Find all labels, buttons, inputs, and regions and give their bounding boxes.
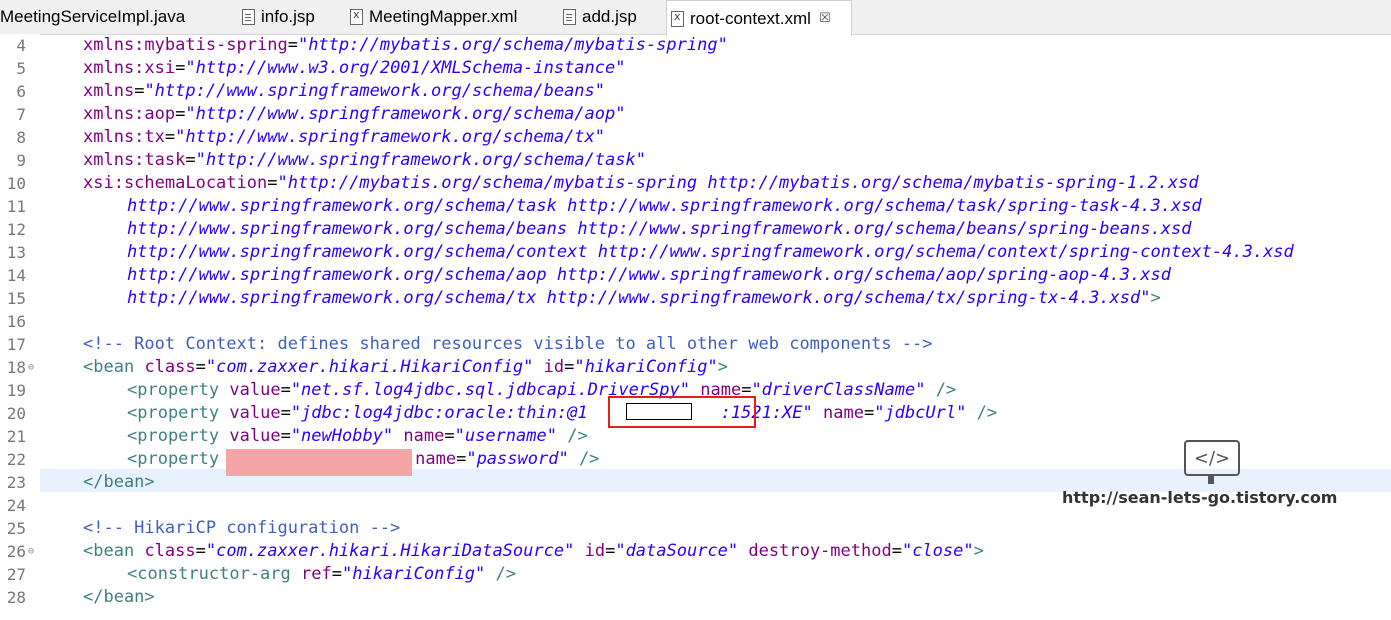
watermark: </> http://sean-lets-go.tistory.com (1062, 440, 1362, 520)
redaction-box (626, 403, 692, 420)
code-line: http://www.springframework.org/schema/be… (127, 219, 1192, 239)
xml-file-icon (350, 8, 363, 25)
code-line: xmlns:aop="http://www.springframework.or… (83, 104, 626, 124)
tab-add-jsp[interactable]: add.jsp (563, 0, 663, 34)
line-number: 15 (6, 289, 26, 308)
code-line: </bean> (83, 587, 155, 607)
line-number: 23 (6, 473, 26, 492)
code-line: <bean class="com.zaxxer.hikari.HikariDat… (83, 541, 984, 561)
code-monitor-icon: </> (1184, 440, 1240, 476)
code-line: <constructor-arg ref="hikariConfig" /> (127, 564, 517, 584)
line-number: 25 (6, 519, 26, 538)
xml-file-icon (671, 10, 684, 27)
line-number: 21 (6, 427, 26, 446)
line-number-gutter: 4 5 6 7 8 9 10 11 12 13 14 15 16 17 18 ⊖ 19 20 21 22 23 24 25 2… (0, 34, 40, 620)
line-number: 22 (6, 450, 26, 469)
code-line: http://www.springframework.org/schema/tx… (127, 288, 1161, 308)
code-line: <property value="jdbc:log4jdbc:oracle:th… (127, 403, 998, 423)
tab-label: MeetingMapper.xml (369, 7, 518, 26)
code-comment: <!-- Root Context: defines shared resour… (83, 334, 933, 354)
code-line: http://www.springframework.org/schema/ao… (127, 265, 1171, 285)
tab-meeting-service-impl[interactable]: MeetingServiceImpl.java (0, 0, 232, 34)
editor-tab-bar: MeetingServiceImpl.java info.jsp Meeting… (0, 0, 1391, 36)
line-number: 28 (6, 588, 26, 607)
tab-label: add.jsp (582, 7, 637, 26)
monitor-stand (1208, 476, 1214, 484)
line-number: 17 (6, 335, 26, 354)
code-line: xmlns:mybatis-spring="http://mybatis.org… (83, 35, 728, 55)
line-number: 11 (6, 197, 26, 216)
line-number: 7 (16, 105, 26, 124)
tab-meeting-mapper-xml[interactable]: MeetingMapper.xml (350, 0, 550, 34)
line-number: 5 (16, 59, 26, 78)
code-editor[interactable]: 4 5 6 7 8 9 10 11 12 13 14 15 16 17 18 ⊖ 19 20 21 22 23 24 25 2… (0, 34, 1391, 620)
line-number: 18 (6, 358, 26, 377)
tab-label: root-context.xml (690, 8, 811, 28)
code-comment: <!-- HikariCP configuration --> (83, 518, 401, 538)
tab-info-jsp[interactable]: info.jsp (242, 0, 342, 34)
line-number: 12 (6, 220, 26, 239)
code-line: http://www.springframework.org/schema/ta… (127, 196, 1202, 216)
line-number: 4 (16, 36, 26, 55)
watermark-text: http://sean-lets-go.tistory.com (1062, 488, 1338, 507)
line-number: 16 (6, 312, 26, 331)
code-line: xmlns="http://www.springframework.org/sc… (83, 81, 606, 101)
tab-label: info.jsp (261, 7, 315, 26)
jsp-file-icon (242, 9, 255, 25)
code-line: xmlns:task="http://www.springframework.o… (83, 150, 646, 170)
tab-label: MeetingServiceImpl.java (0, 7, 186, 26)
code-line: <property value="net.sf.log4jdbc.sql.jdb… (127, 380, 957, 400)
line-number: 8 (16, 128, 26, 147)
fold-toggle-icon[interactable]: ⊖ (28, 540, 34, 563)
close-icon[interactable]: ☒ (819, 11, 831, 26)
jsp-file-icon (563, 9, 576, 25)
code-line: xsi:schemaLocation="http://mybatis.org/s… (83, 173, 1199, 193)
line-number: 19 (6, 381, 26, 400)
code-line: </bean> (83, 472, 155, 492)
line-number: 10 (6, 174, 26, 193)
line-number: 13 (6, 243, 26, 262)
line-number: 24 (6, 496, 26, 515)
code-line: xmlns:tx="http://www.springframework.org… (83, 127, 606, 147)
line-number: 14 (6, 266, 26, 285)
line-number: 6 (16, 82, 26, 101)
line-number: 20 (6, 404, 26, 423)
code-line: <bean class="com.zaxxer.hikari.HikariCon… (83, 357, 728, 377)
line-number: 26 (6, 542, 26, 561)
tab-root-context-xml[interactable]: root-context.xml ☒ (666, 0, 852, 36)
fold-toggle-icon[interactable]: ⊖ (28, 356, 34, 379)
redaction-mask (226, 449, 412, 476)
code-line: xmlns:xsi="http://www.w3.org/2001/XMLSch… (83, 58, 626, 78)
code-line: <property value="newHobby" name="usernam… (127, 426, 588, 446)
line-number: 9 (16, 151, 26, 170)
line-number: 27 (6, 565, 26, 584)
code-line: http://www.springframework.org/schema/co… (127, 242, 1294, 262)
